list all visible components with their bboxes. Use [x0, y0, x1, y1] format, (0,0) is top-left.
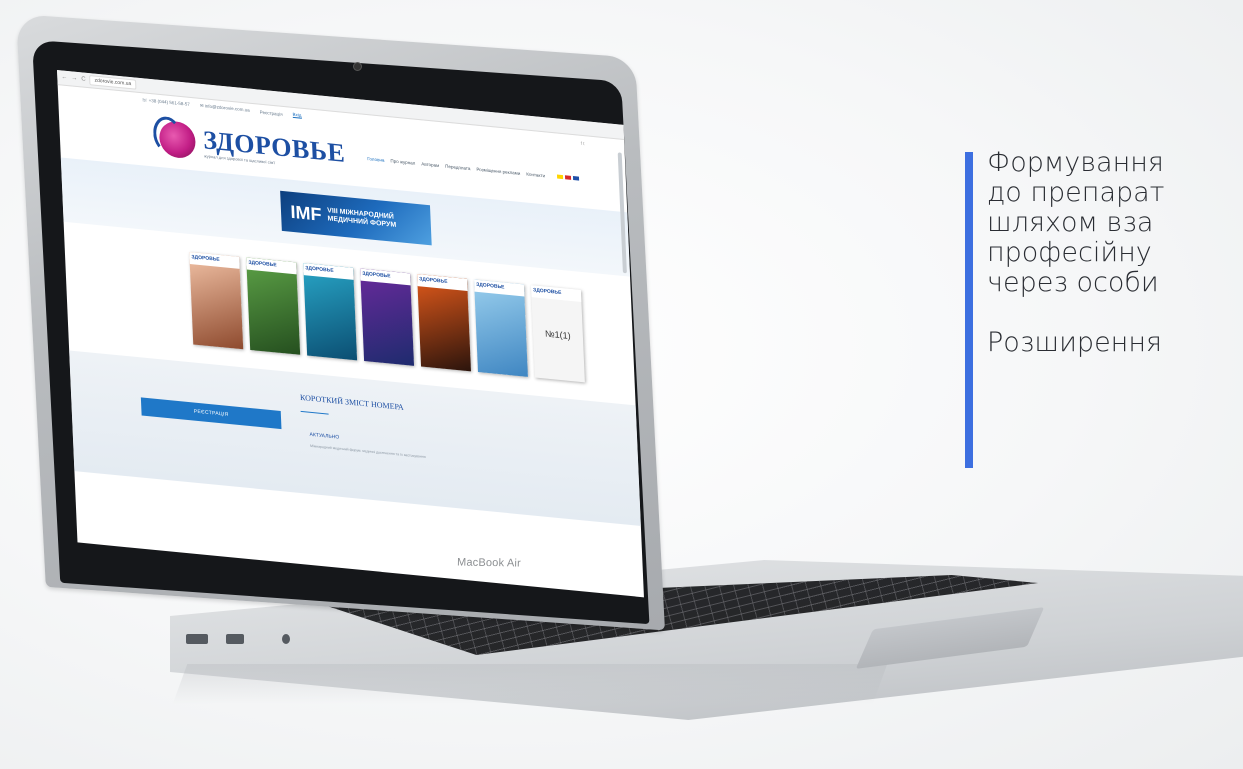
reload-icon[interactable]: C [81, 76, 86, 82]
forum-banner[interactable]: IMF VIII МІЖНАРОДНИЙ МЕДИЧНИЙ ФОРУМ [279, 190, 432, 246]
quote-line: через особи [987, 267, 1159, 298]
register-button[interactable]: РЕЄСТРАЦІЯ [140, 397, 282, 430]
imf-logo: IMF [290, 201, 322, 225]
macbook-label: MacBook Air [456, 556, 522, 570]
magazine-cover[interactable]: ЗДОРОВЬЕ [303, 263, 358, 361]
actual-link[interactable]: АКТУАЛЬНО [309, 432, 339, 441]
magazine-cover[interactable]: ЗДОРОВЬЕ [246, 257, 301, 355]
nav-item[interactable]: Про журнал [390, 158, 415, 165]
nav-item[interactable]: Розміщення реклами [476, 166, 520, 175]
magazine-cover[interactable]: ЗДОРОВЬЕ №1(1) [530, 285, 585, 383]
social-icons[interactable]: f t [581, 140, 585, 145]
title-divider [300, 410, 329, 415]
laptop-screen: ← → C zdorovie.com.ua ☏ +38 (044) 561-58… [57, 70, 644, 598]
magazine-cover[interactable]: ЗДОРОВЬЕ [473, 279, 528, 377]
magazine-masthead: ЗДОРОВЬЕ [303, 263, 354, 280]
register-link[interactable]: Реєстрація [260, 109, 283, 116]
nav-item[interactable]: Передплата [445, 163, 470, 170]
nav-item[interactable]: Авторам [421, 161, 439, 168]
quote-text: Формування до препарат шляхом вза профес… [987, 148, 1243, 358]
usb-port [186, 634, 208, 644]
site-logo[interactable]: ЗДОРОВЬЕ журнал для здорової та щасливої… [203, 125, 346, 172]
thunderbolt-port [226, 634, 244, 644]
magazine-masthead: ЗДОРОВЬЕ [530, 285, 582, 302]
quote-accent-bar [965, 152, 973, 468]
magazine-masthead: ЗДОРОВЬЕ [417, 274, 468, 291]
quote-line: Формування [987, 148, 1164, 178]
language-flag-icon[interactable] [556, 174, 564, 180]
address-bar[interactable]: zdorovie.com.ua [89, 75, 137, 90]
quote-line: до препарат [987, 177, 1165, 208]
quote-line: професійну [987, 237, 1152, 268]
logo-icon[interactable] [158, 119, 197, 160]
camera-icon [353, 62, 362, 71]
magazine-cover[interactable]: ЗДОРОВЬЕ [360, 268, 415, 366]
magazine-masthead: ЗДОРОВЬЕ [189, 251, 240, 269]
headphone-port [282, 634, 290, 644]
language-flags [556, 174, 580, 181]
section-title: КОРОТКИЙ ЗМІСТ НОМЕРА [299, 392, 404, 412]
nav-item[interactable]: Головна [367, 156, 384, 163]
email-link[interactable]: ✉ info@zdorovie.com.ua [200, 103, 250, 114]
magazine-masthead: ЗДОРОВЬЕ [360, 268, 411, 286]
quote-line: шляхом вза [987, 207, 1154, 238]
banner-text: VIII МІЖНАРОДНИЙ МЕДИЧНИЙ ФОРУМ [327, 207, 396, 230]
nav-item[interactable]: Контакти [526, 171, 545, 178]
issue-number: №1(1) [544, 328, 571, 341]
login-link[interactable]: Вхід [292, 111, 302, 119]
phone-link[interactable]: ☏ +38 (044) 561-58-57 [142, 97, 190, 108]
quote-second-paragraph: Розширення [987, 327, 1162, 358]
language-flag-icon[interactable] [572, 176, 580, 181]
back-icon[interactable]: ← [61, 74, 67, 81]
laptop-reflection [172, 664, 888, 704]
magazine-masthead: ЗДОРОВЬЕ [473, 279, 525, 297]
language-flag-icon[interactable] [564, 175, 572, 180]
article-teaser[interactable]: Міжнародний медичний форум: медичні дося… [310, 444, 426, 459]
magazine-cover[interactable]: ЗДОРОВЬЕ [417, 274, 472, 372]
forward-icon[interactable]: → [71, 75, 77, 82]
quote-panel: Формування до препарат шляхом вза профес… [965, 148, 1243, 468]
magazine-cover[interactable]: ЗДОРОВЬЕ [189, 251, 244, 350]
magazine-masthead: ЗДОРОВЬЕ [246, 257, 297, 275]
side-ports [186, 630, 326, 650]
main-navigation: Головна Про журнал Авторам Передплата Розміщ… [367, 156, 545, 178]
